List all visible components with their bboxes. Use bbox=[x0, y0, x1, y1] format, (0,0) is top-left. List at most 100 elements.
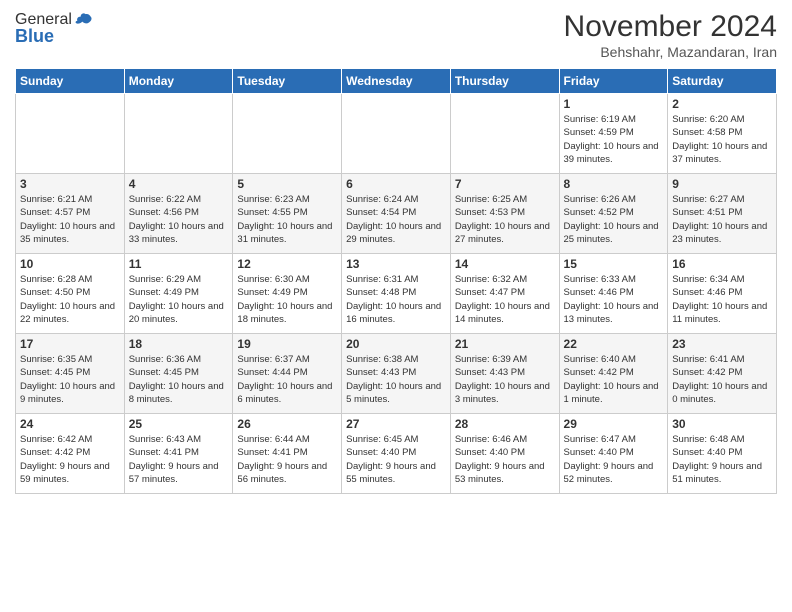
calendar-week-row: 1 Sunrise: 6:19 AM Sunset: 4:59 PM Daylig… bbox=[16, 94, 777, 174]
day-number: 9 bbox=[672, 177, 772, 191]
day-number: 4 bbox=[129, 177, 229, 191]
calendar-week-row: 10 Sunrise: 6:28 AM Sunset: 4:50 PM Dayli… bbox=[16, 254, 777, 334]
col-friday: Friday bbox=[559, 69, 668, 94]
table-row: 7 Sunrise: 6:25 AM Sunset: 4:53 PM Daylig… bbox=[450, 174, 559, 254]
day-info: Sunrise: 6:29 AM Sunset: 4:49 PM Dayligh… bbox=[129, 273, 229, 326]
table-row: 23Sunrise: 6:41 AM Sunset: 4:42 PM Dayli… bbox=[668, 334, 777, 414]
day-number: 18 bbox=[129, 337, 229, 351]
table-row: 25 Sunrise: 6:43 AM Sunset: 4:41 PM Dayli… bbox=[124, 414, 233, 494]
day-info: Sunrise: 6:28 AM Sunset: 4:50 PM Dayligh… bbox=[20, 273, 120, 326]
header: General Blue November 2024 Behshahr, Maz… bbox=[15, 10, 777, 60]
table-row: 16Sunrise: 6:34 AM Sunset: 4:46 PM Dayli… bbox=[668, 254, 777, 334]
table-row bbox=[124, 94, 233, 174]
day-number: 2 bbox=[672, 97, 772, 111]
table-row: 27Sunrise: 6:45 AM Sunset: 4:40 PM Dayli… bbox=[342, 414, 451, 494]
day-number: 12 bbox=[237, 257, 337, 271]
day-number: 8 bbox=[564, 177, 664, 191]
table-row bbox=[233, 94, 342, 174]
table-row: 2 Sunrise: 6:20 AM Sunset: 4:58 PM Daylig… bbox=[668, 94, 777, 174]
col-wednesday: Wednesday bbox=[342, 69, 451, 94]
calendar-header-row: Sunday Monday Tuesday Wednesday Thursday… bbox=[16, 69, 777, 94]
day-number: 6 bbox=[346, 177, 446, 191]
day-number: 11 bbox=[129, 257, 229, 271]
day-info: Sunrise: 6:45 AM Sunset: 4:40 PM Dayligh… bbox=[346, 433, 446, 486]
table-row: 6 Sunrise: 6:24 AM Sunset: 4:54 PM Daylig… bbox=[342, 174, 451, 254]
table-row: 30 Sunrise: 6:48 AM Sunset: 4:40 PM Dayli… bbox=[668, 414, 777, 494]
table-row bbox=[450, 94, 559, 174]
day-number: 23 bbox=[672, 337, 772, 351]
table-row: 11 Sunrise: 6:29 AM Sunset: 4:49 PM Dayli… bbox=[124, 254, 233, 334]
day-info: Sunrise: 6:39 AM Sunset: 4:43 PM Dayligh… bbox=[455, 353, 555, 406]
table-row: 1 Sunrise: 6:19 AM Sunset: 4:59 PM Daylig… bbox=[559, 94, 668, 174]
main-container: General Blue November 2024 Behshahr, Maz… bbox=[0, 0, 792, 612]
table-row: 4 Sunrise: 6:22 AM Sunset: 4:56 PM Daylig… bbox=[124, 174, 233, 254]
day-info: Sunrise: 6:25 AM Sunset: 4:53 PM Dayligh… bbox=[455, 193, 555, 246]
day-info: Sunrise: 6:44 AM Sunset: 4:41 PM Dayligh… bbox=[237, 433, 337, 486]
day-number: 19 bbox=[237, 337, 337, 351]
month-title: November 2024 bbox=[564, 10, 777, 44]
day-number: 24 bbox=[20, 417, 120, 431]
day-info: Sunrise: 6:36 AM Sunset: 4:45 PM Dayligh… bbox=[129, 353, 229, 406]
day-number: 10 bbox=[20, 257, 120, 271]
day-number: 22 bbox=[564, 337, 664, 351]
day-number: 26 bbox=[237, 417, 337, 431]
day-info: Sunrise: 6:46 AM Sunset: 4:40 PM Dayligh… bbox=[455, 433, 555, 486]
day-info: Sunrise: 6:42 AM Sunset: 4:42 PM Dayligh… bbox=[20, 433, 120, 486]
day-info: Sunrise: 6:31 AM Sunset: 4:48 PM Dayligh… bbox=[346, 273, 446, 326]
day-info: Sunrise: 6:40 AM Sunset: 4:42 PM Dayligh… bbox=[564, 353, 664, 406]
day-info: Sunrise: 6:43 AM Sunset: 4:41 PM Dayligh… bbox=[129, 433, 229, 486]
table-row: 8 Sunrise: 6:26 AM Sunset: 4:52 PM Daylig… bbox=[559, 174, 668, 254]
day-number: 20 bbox=[346, 337, 446, 351]
day-info: Sunrise: 6:27 AM Sunset: 4:51 PM Dayligh… bbox=[672, 193, 772, 246]
calendar-week-row: 3 Sunrise: 6:21 AM Sunset: 4:57 PM Daylig… bbox=[16, 174, 777, 254]
day-info: Sunrise: 6:23 AM Sunset: 4:55 PM Dayligh… bbox=[237, 193, 337, 246]
col-saturday: Saturday bbox=[668, 69, 777, 94]
table-row: 19 Sunrise: 6:37 AM Sunset: 4:44 PM Dayli… bbox=[233, 334, 342, 414]
table-row: 10 Sunrise: 6:28 AM Sunset: 4:50 PM Dayli… bbox=[16, 254, 125, 334]
day-number: 3 bbox=[20, 177, 120, 191]
day-info: Sunrise: 6:22 AM Sunset: 4:56 PM Dayligh… bbox=[129, 193, 229, 246]
table-row: 26 Sunrise: 6:44 AM Sunset: 4:41 PM Dayli… bbox=[233, 414, 342, 494]
day-number: 25 bbox=[129, 417, 229, 431]
day-info: Sunrise: 6:26 AM Sunset: 4:52 PM Dayligh… bbox=[564, 193, 664, 246]
day-number: 14 bbox=[455, 257, 555, 271]
calendar-week-row: 17Sunrise: 6:35 AM Sunset: 4:45 PM Dayli… bbox=[16, 334, 777, 414]
day-info: Sunrise: 6:21 AM Sunset: 4:57 PM Dayligh… bbox=[20, 193, 120, 246]
day-info: Sunrise: 6:38 AM Sunset: 4:43 PM Dayligh… bbox=[346, 353, 446, 406]
location-subtitle: Behshahr, Mazandaran, Iran bbox=[564, 44, 777, 60]
day-number: 21 bbox=[455, 337, 555, 351]
col-monday: Monday bbox=[124, 69, 233, 94]
table-row: 24 Sunrise: 6:42 AM Sunset: 4:42 PM Dayli… bbox=[16, 414, 125, 494]
table-row: 17Sunrise: 6:35 AM Sunset: 4:45 PM Dayli… bbox=[16, 334, 125, 414]
calendar-week-row: 24 Sunrise: 6:42 AM Sunset: 4:42 PM Dayli… bbox=[16, 414, 777, 494]
day-info: Sunrise: 6:37 AM Sunset: 4:44 PM Dayligh… bbox=[237, 353, 337, 406]
table-row bbox=[342, 94, 451, 174]
day-info: Sunrise: 6:20 AM Sunset: 4:58 PM Dayligh… bbox=[672, 113, 772, 166]
day-info: Sunrise: 6:33 AM Sunset: 4:46 PM Dayligh… bbox=[564, 273, 664, 326]
day-info: Sunrise: 6:19 AM Sunset: 4:59 PM Dayligh… bbox=[564, 113, 664, 166]
table-row: 13 Sunrise: 6:31 AM Sunset: 4:48 PM Dayli… bbox=[342, 254, 451, 334]
day-number: 5 bbox=[237, 177, 337, 191]
day-number: 30 bbox=[672, 417, 772, 431]
table-row: 28 Sunrise: 6:46 AM Sunset: 4:40 PM Dayli… bbox=[450, 414, 559, 494]
day-number: 29 bbox=[564, 417, 664, 431]
logo: General Blue bbox=[15, 10, 94, 47]
table-row bbox=[16, 94, 125, 174]
table-row: 5 Sunrise: 6:23 AM Sunset: 4:55 PM Daylig… bbox=[233, 174, 342, 254]
day-info: Sunrise: 6:47 AM Sunset: 4:40 PM Dayligh… bbox=[564, 433, 664, 486]
table-row: 21 Sunrise: 6:39 AM Sunset: 4:43 PM Dayli… bbox=[450, 334, 559, 414]
table-row: 9 Sunrise: 6:27 AM Sunset: 4:51 PM Daylig… bbox=[668, 174, 777, 254]
day-number: 7 bbox=[455, 177, 555, 191]
day-number: 13 bbox=[346, 257, 446, 271]
day-info: Sunrise: 6:32 AM Sunset: 4:47 PM Dayligh… bbox=[455, 273, 555, 326]
day-info: Sunrise: 6:24 AM Sunset: 4:54 PM Dayligh… bbox=[346, 193, 446, 246]
day-info: Sunrise: 6:48 AM Sunset: 4:40 PM Dayligh… bbox=[672, 433, 772, 486]
day-number: 1 bbox=[564, 97, 664, 111]
day-number: 15 bbox=[564, 257, 664, 271]
day-number: 28 bbox=[455, 417, 555, 431]
table-row: 18 Sunrise: 6:36 AM Sunset: 4:45 PM Dayli… bbox=[124, 334, 233, 414]
day-info: Sunrise: 6:30 AM Sunset: 4:49 PM Dayligh… bbox=[237, 273, 337, 326]
day-number: 16 bbox=[672, 257, 772, 271]
title-block: November 2024 Behshahr, Mazandaran, Iran bbox=[564, 10, 777, 60]
calendar-table: Sunday Monday Tuesday Wednesday Thursday… bbox=[15, 68, 777, 494]
